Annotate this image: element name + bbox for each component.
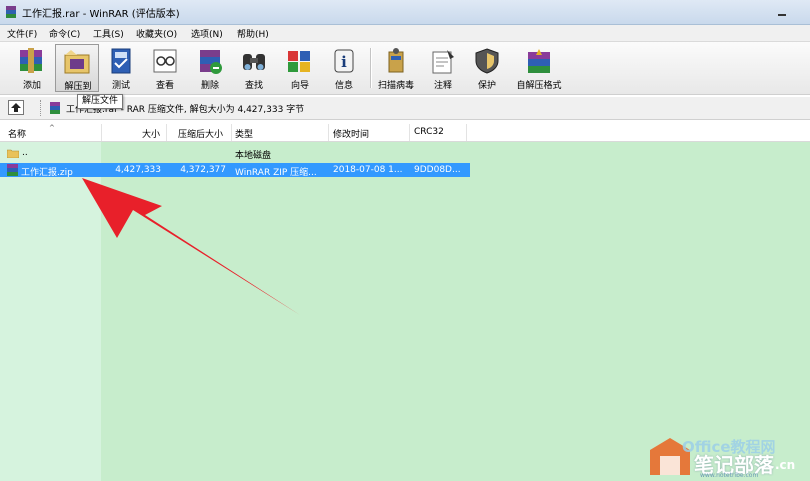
watermark-suffix: .cn xyxy=(775,458,796,472)
annotation-arrow xyxy=(82,178,300,315)
watermark-url: www.notetribe.com xyxy=(700,472,759,479)
